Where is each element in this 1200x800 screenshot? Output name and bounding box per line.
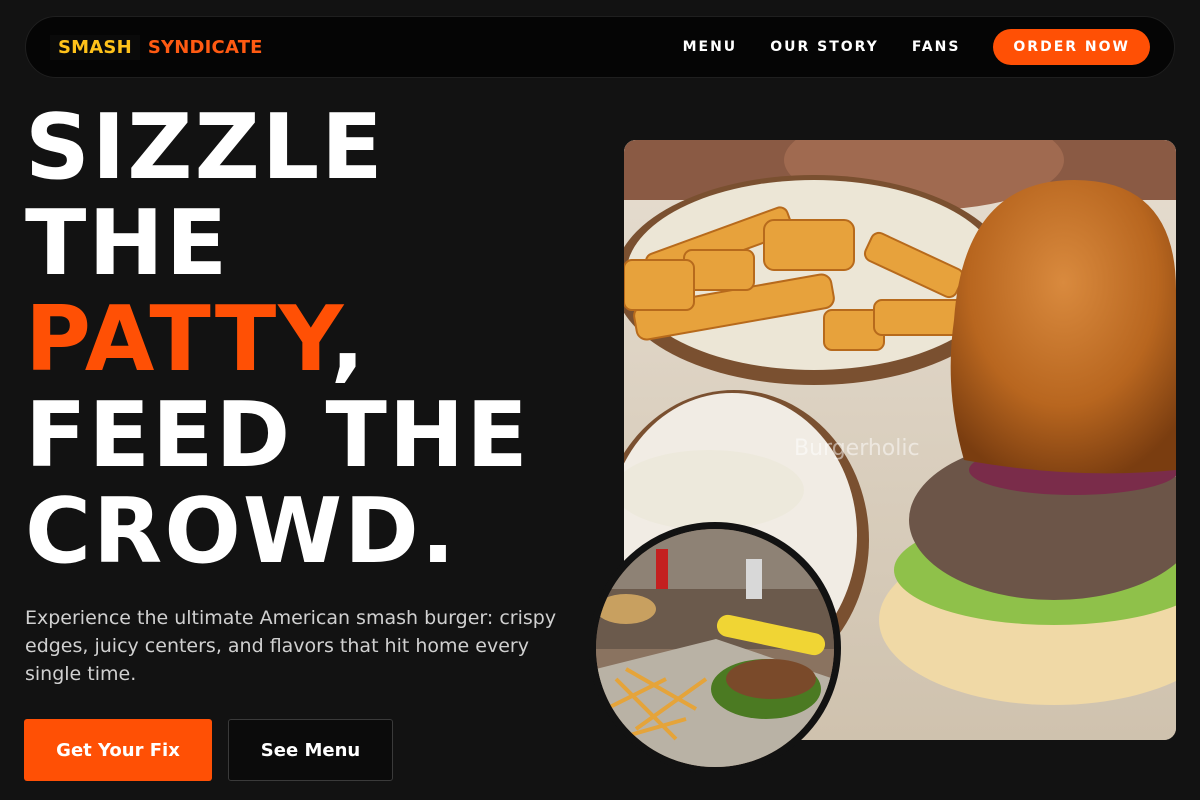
- headline-line-5: CROWD.: [25, 479, 458, 584]
- headline-line-4: FEED THE: [25, 383, 530, 488]
- nav-link-fans[interactable]: FANS: [912, 39, 961, 55]
- get-your-fix-button[interactable]: Get Your Fix: [24, 719, 212, 781]
- headline-line-2: THE: [25, 191, 230, 296]
- headline-comma: ,: [330, 287, 367, 392]
- hero-headline: SIZZLE THE PATTY, FEED THE CROWD.: [25, 100, 530, 580]
- headline-accent-word: PATTY: [25, 287, 331, 392]
- headline-line-1: SIZZLE: [25, 95, 385, 200]
- hero-subtext: Experience the ultimate American smash b…: [25, 607, 557, 685]
- nav-link-menu[interactable]: MENU: [683, 39, 738, 55]
- order-now-button[interactable]: ORDER NOW: [993, 29, 1150, 65]
- brand-logo-part2: SYNDICATE: [147, 36, 263, 58]
- headline-line-3: PATTY,: [25, 292, 530, 388]
- see-menu-button[interactable]: See Menu: [228, 719, 393, 781]
- navbar: SMASH SYNDICATE MENU OUR STORY FANS ORDE…: [25, 16, 1175, 78]
- nav-link-our-story[interactable]: OUR STORY: [770, 39, 879, 55]
- diner-inset-photo: [589, 522, 841, 774]
- photo-watermark: Burgerholic: [794, 436, 920, 461]
- brand-logo-part1: SMASH: [50, 34, 140, 60]
- brand-logo[interactable]: SMASH SYNDICATE: [50, 34, 263, 60]
- nav-links: MENU OUR STORY FANS ORDER NOW: [650, 29, 1150, 65]
